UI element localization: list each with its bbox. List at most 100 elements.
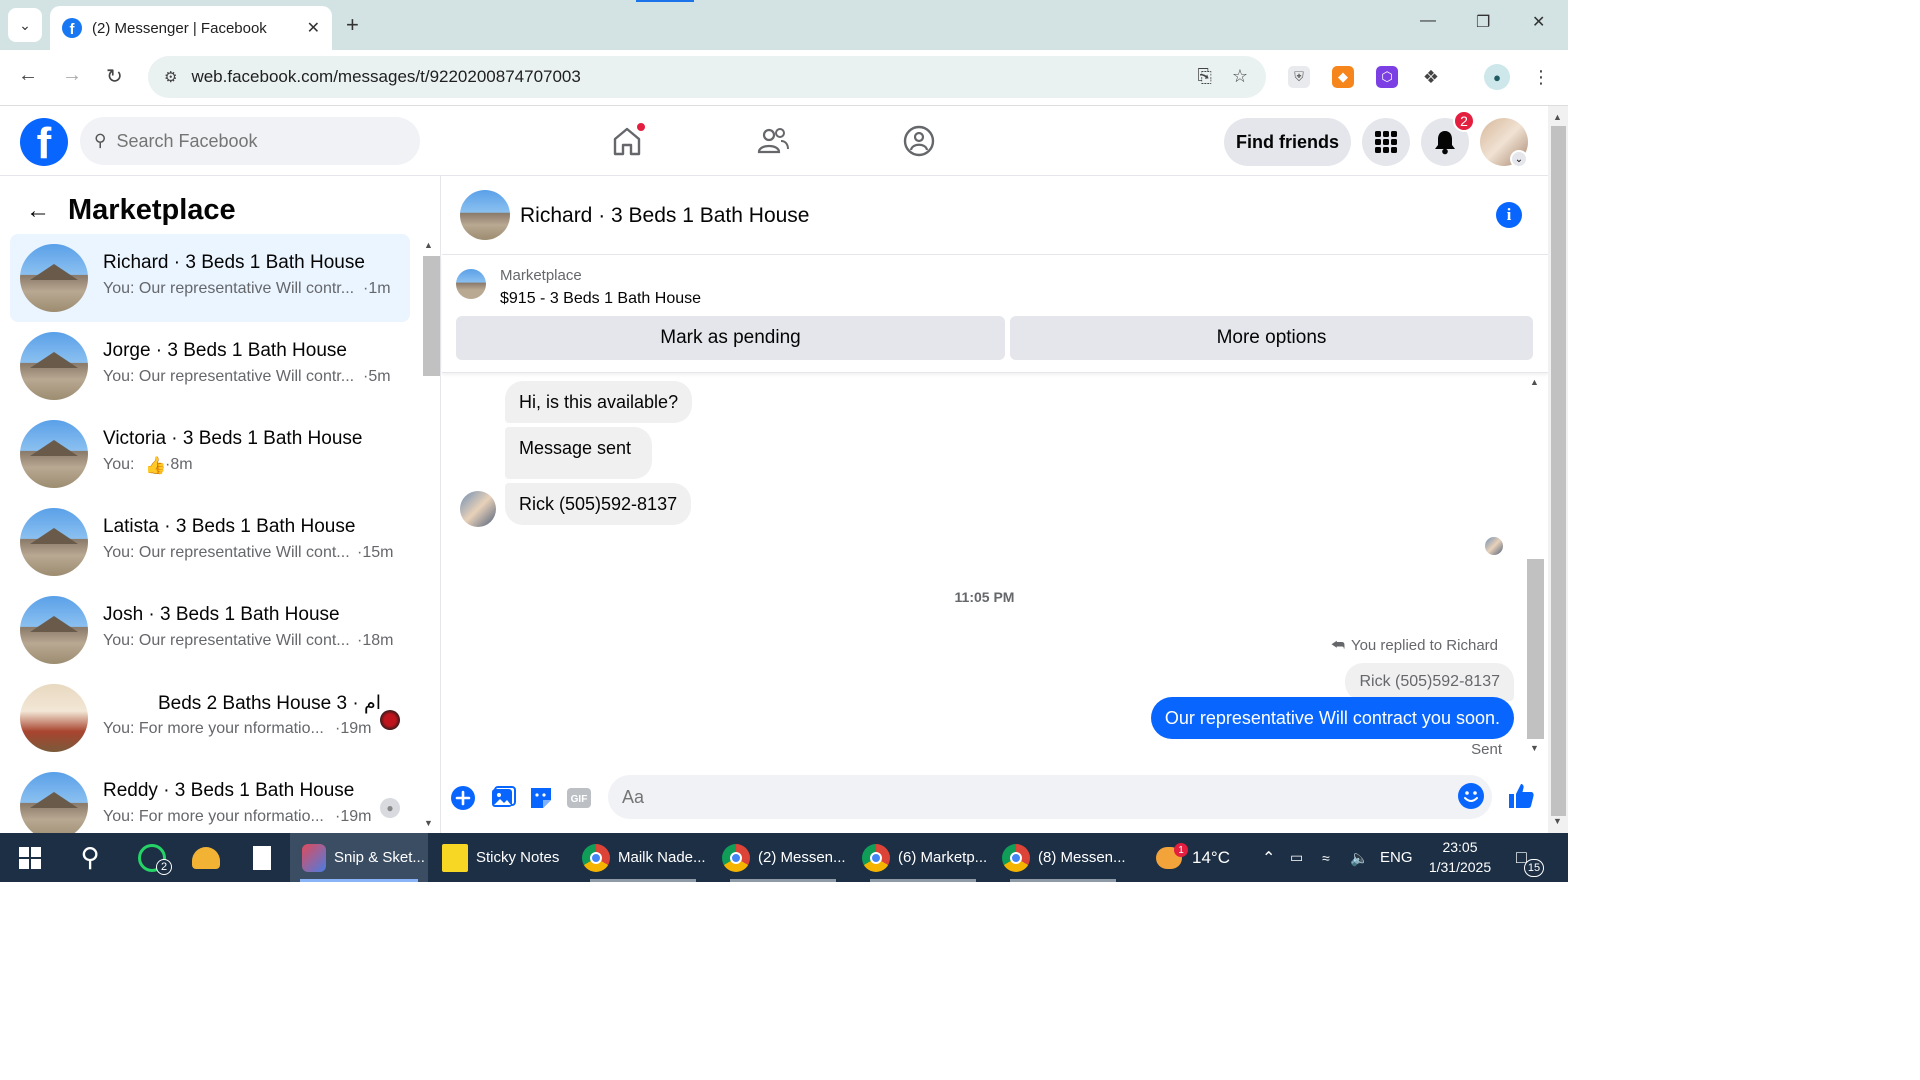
mark-pending-button[interactable]: Mark as pending: [456, 316, 1005, 360]
whatsapp-taskbar[interactable]: 2: [128, 833, 176, 882]
language-indicator[interactable]: ENG: [1380, 833, 1413, 882]
taskbar-chrome-1[interactable]: Mailk Nade...: [580, 833, 706, 882]
avatar[interactable]: [460, 190, 510, 240]
chevron-down-icon[interactable]: ⌄: [1510, 150, 1528, 168]
message-input-box[interactable]: [608, 775, 1492, 819]
browser-menu-icon[interactable]: ⋮: [1530, 66, 1552, 88]
menu-button[interactable]: [1362, 118, 1410, 166]
avatar: [20, 772, 88, 833]
friends-nav[interactable]: [756, 124, 790, 158]
scroll-down-icon[interactable]: ▼: [1530, 743, 1539, 753]
avatar: [20, 596, 88, 664]
tab-title: (2) Messenger | Facebook: [92, 19, 267, 37]
conversation-item[interactable]: Beds 2 Baths House 3 · ام You: For more …: [10, 674, 410, 762]
list-scrollbar[interactable]: ▲ ▼: [422, 236, 440, 833]
conversation-item[interactable]: Richard · 3 Beds 1 Bath House You: Our r…: [10, 234, 410, 322]
message-input[interactable]: [622, 786, 1422, 808]
quoted-message[interactable]: Rick (505)592-8137: [1345, 663, 1514, 701]
taskbar-chrome-2[interactable]: (2) Messen...: [720, 833, 846, 882]
shield-extension-icon[interactable]: ⛨: [1288, 66, 1310, 88]
conversation-item[interactable]: Jorge · 3 Beds 1 Bath House You: Our rep…: [10, 322, 410, 410]
clock-date: 1/31/2025: [1428, 859, 1492, 875]
start-button[interactable]: [10, 833, 50, 882]
site-info-icon[interactable]: ⚙: [164, 68, 177, 86]
scrollbar-thumb[interactable]: [423, 256, 440, 376]
profile-icon[interactable]: ●: [1484, 64, 1510, 90]
browser-tab[interactable]: f (2) Messenger | Facebook ✕: [50, 6, 332, 50]
sticker-icon[interactable]: [528, 785, 554, 811]
address-bar[interactable]: ⚙ web.facebook.com/messages/t/9220200874…: [148, 56, 1266, 98]
reload-button[interactable]: ↻: [106, 64, 123, 89]
search-icon[interactable]: ⚲: [70, 833, 110, 882]
thread-scrollbar[interactable]: ▲ ▼: [1526, 373, 1544, 765]
hexagon-extension-icon[interactable]: ⬡: [1376, 66, 1398, 88]
find-friends-button[interactable]: Find friends: [1224, 118, 1351, 166]
photo-icon[interactable]: [490, 785, 516, 811]
forward-button[interactable]: →: [62, 64, 82, 87]
url-text[interactable]: web.facebook.com/messages/t/922020087470…: [191, 67, 580, 87]
plus-circle-icon[interactable]: [450, 785, 476, 811]
more-options-button[interactable]: More options: [1010, 316, 1533, 360]
gif-icon[interactable]: GIF: [566, 785, 592, 811]
scrollbar-thumb[interactable]: [1527, 559, 1544, 739]
scroll-up-icon[interactable]: ▲: [1530, 377, 1539, 387]
file-app-taskbar[interactable]: [244, 833, 280, 882]
volume-icon[interactable]: 🔈: [1350, 833, 1369, 882]
incoming-message: Hi, is this available?: [505, 381, 693, 423]
conversation-item[interactable]: Josh · 3 Beds 1 Bath House You: Our repr…: [10, 586, 410, 674]
conversation-item[interactable]: Latista · 3 Beds 1 Bath House You: Our r…: [10, 498, 410, 586]
taskbar-snip-sketch[interactable]: Snip & Sket...: [290, 833, 428, 882]
wifi-icon[interactable]: ≈: [1322, 833, 1330, 882]
extensions-puzzle-icon[interactable]: ❖: [1420, 66, 1442, 88]
search-input[interactable]: [116, 130, 387, 152]
restore-button[interactable]: ❐: [1476, 12, 1490, 32]
back-arrow-icon[interactable]: ←: [26, 197, 50, 225]
message-composer: GIF: [442, 765, 1548, 833]
page-scrollbar[interactable]: ▲ ▼: [1548, 106, 1568, 833]
back-button[interactable]: ←: [18, 64, 38, 87]
chevron-up-icon[interactable]: ⌃: [1262, 833, 1275, 882]
notification-center[interactable]: □ 15: [1516, 833, 1544, 882]
scroll-up-icon[interactable]: ▲: [424, 240, 433, 250]
helmet-app-taskbar[interactable]: [186, 833, 226, 882]
chrome-icon: [862, 843, 890, 872]
facebook-search[interactable]: ⚲: [80, 117, 420, 165]
install-app-icon[interactable]: ⎘: [1197, 66, 1211, 87]
battery-icon[interactable]: ▭: [1290, 833, 1303, 882]
conversation-item[interactable]: Reddy · 3 Beds 1 Bath House You: For mor…: [10, 762, 410, 833]
home-nav[interactable]: [610, 122, 646, 158]
info-icon[interactable]: i: [1496, 202, 1522, 228]
grid-menu-icon: [1375, 131, 1397, 153]
chat-title[interactable]: Richard · 3 Beds 1 Bath House: [520, 204, 810, 228]
document-icon: [253, 845, 271, 870]
weather-widget[interactable]: 1 14°C: [1156, 833, 1230, 882]
scroll-down-icon[interactable]: ▼: [1553, 816, 1562, 826]
groups-nav[interactable]: [902, 124, 936, 158]
close-window-button[interactable]: ✕: [1532, 12, 1545, 32]
taskbar-chrome-3[interactable]: (6) Marketp...: [860, 833, 987, 882]
conversation-item[interactable]: Victoria · 3 Beds 1 Bath House You: 👍 ·8…: [10, 410, 410, 498]
chrome-icon: [722, 843, 750, 872]
taskbar-sticky-notes[interactable]: Sticky Notes: [440, 833, 568, 882]
close-tab-icon[interactable]: ✕: [307, 18, 320, 38]
new-tab-button[interactable]: +: [346, 12, 359, 38]
notifications-button[interactable]: 2: [1421, 110, 1475, 166]
bookmark-star-icon[interactable]: ☆: [1232, 66, 1248, 87]
facebook-logo[interactable]: f: [20, 118, 68, 166]
clock-time: 23:05: [1442, 839, 1478, 855]
taskbar-label: Mailk Nade...: [618, 849, 706, 866]
scroll-up-icon[interactable]: ▲: [1553, 112, 1562, 122]
emoji-icon[interactable]: [1458, 783, 1484, 809]
metamask-extension-icon[interactable]: ◆: [1332, 66, 1354, 88]
clock[interactable]: 23:05 1/31/2025: [1418, 837, 1502, 877]
marketplace-listing-card: Marketplace $915 - 3 Beds 1 Bath House M…: [442, 255, 1548, 373]
listing-title[interactable]: $915 - 3 Beds 1 Bath House: [500, 290, 701, 308]
scrollbar-thumb[interactable]: [1551, 126, 1566, 816]
tab-search-button[interactable]: ⌄: [8, 8, 42, 42]
scroll-down-icon[interactable]: ▼: [424, 818, 433, 828]
sender-avatar[interactable]: [460, 491, 496, 527]
taskbar-chrome-4[interactable]: (8) Messen...: [1000, 833, 1126, 882]
like-thumbs-up-icon[interactable]: [1506, 781, 1536, 811]
listing-thumbnail[interactable]: [456, 269, 486, 299]
minimize-button[interactable]: —: [1420, 12, 1436, 30]
